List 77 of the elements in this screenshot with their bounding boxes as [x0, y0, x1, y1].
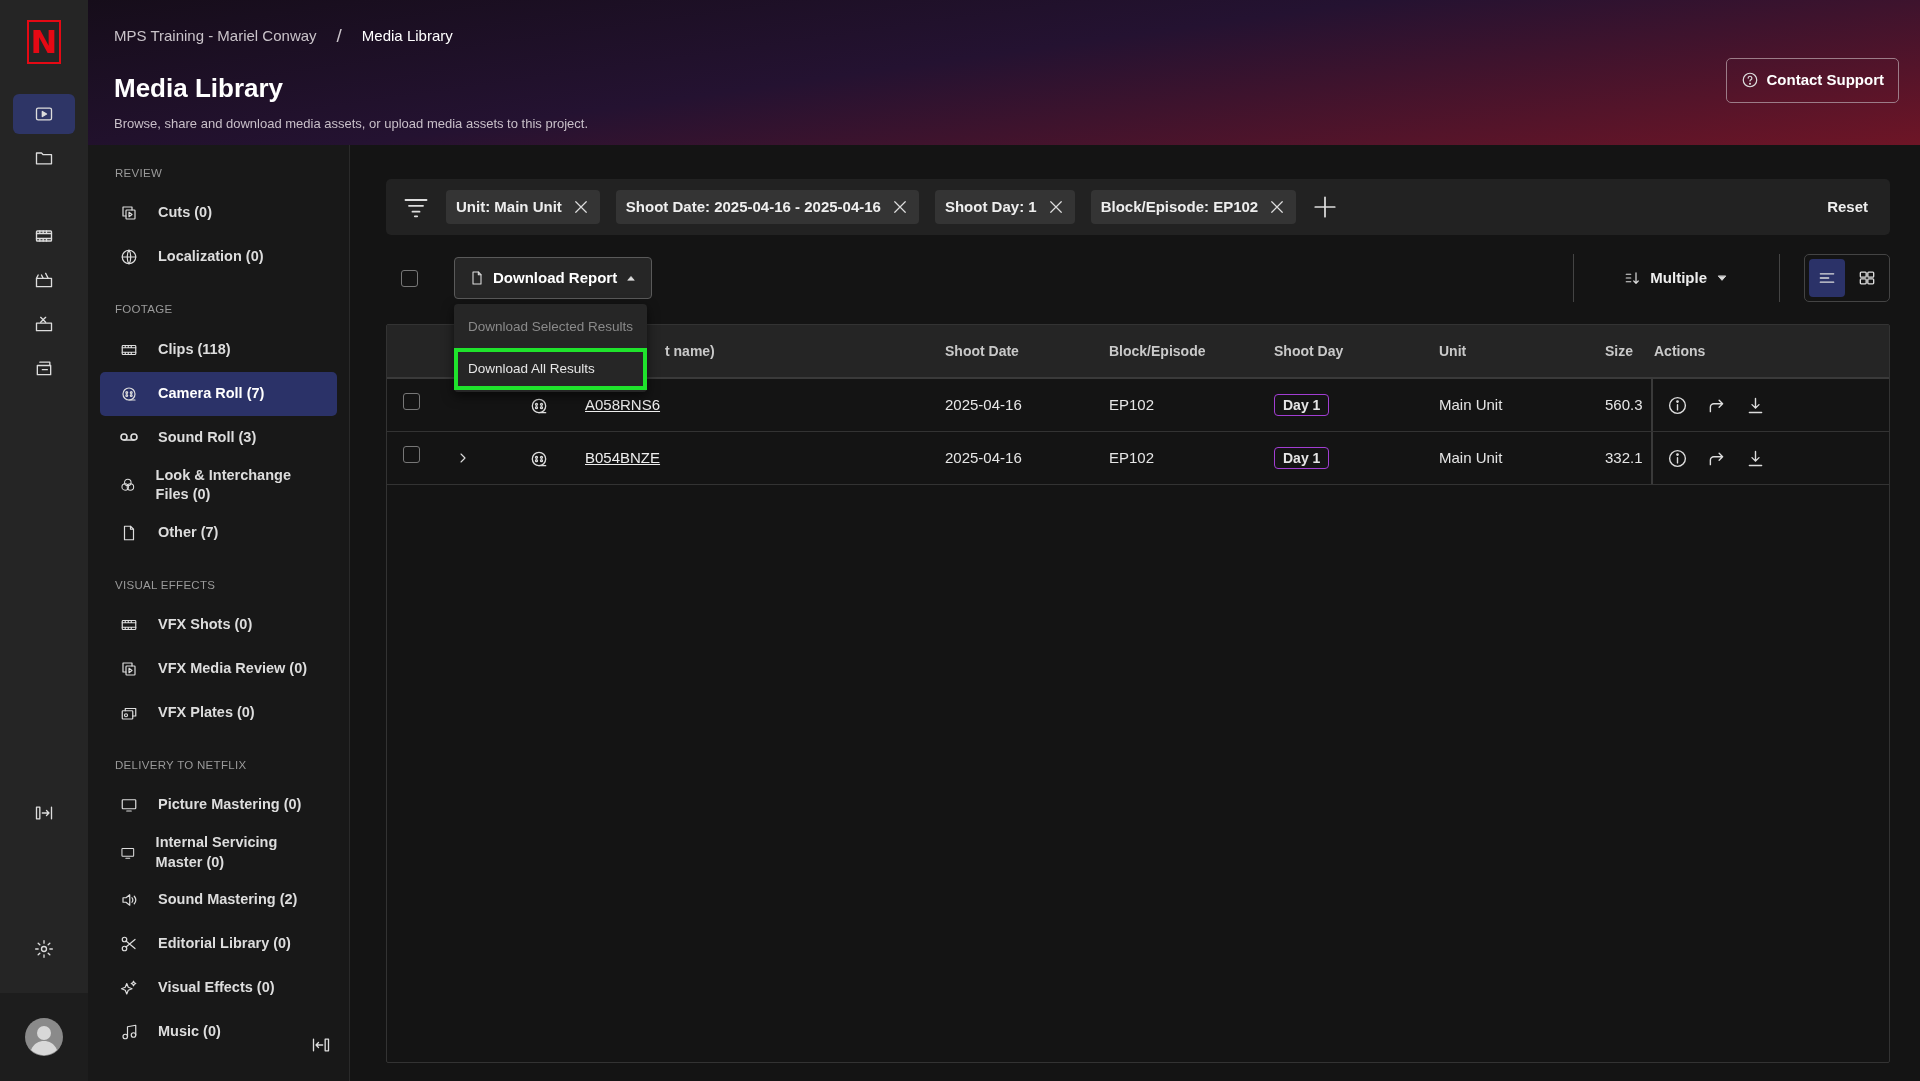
contact-support-button[interactable]: Contact Support: [1725, 58, 1899, 103]
shoot-day-tag: Day 1: [1274, 393, 1330, 416]
column-header: Block/Episode: [1109, 342, 1206, 359]
music-note-icon: [120, 1023, 138, 1042]
section-heading: VISUAL EFFECTS: [114, 577, 217, 593]
page-title: Media Library: [114, 71, 285, 105]
row-checkbox[interactable]: [403, 446, 420, 464]
sidebar-item[interactable]: Sound Roll (3): [100, 415, 337, 460]
sidebar-item[interactable]: Cuts (0): [100, 191, 337, 236]
avatar-icon[interactable]: [25, 1018, 63, 1056]
sidebar-item[interactable]: Look & Interchange Files (0): [100, 459, 337, 511]
section-heading: DELIVERY TO NETFLIX: [114, 757, 248, 773]
menu-item[interactable]: Download All Results: [454, 348, 648, 391]
table-cell-text: EP102: [1109, 394, 1156, 415]
table-cell-text: 332.1: [1605, 447, 1643, 468]
scissors-icon: [120, 935, 138, 954]
filter-chip[interactable]: Shoot Date: 2025-04-16 - 2025-04-16: [615, 189, 919, 225]
table-cell-text: 560.3: [1605, 394, 1643, 415]
settings-icon: [34, 939, 54, 959]
info-icon: [1667, 447, 1688, 469]
sidebar-item[interactable]: Sound Mastering (2): [100, 878, 337, 923]
info-button[interactable]: [1667, 447, 1688, 469]
sidebar-item[interactable]: Music (0): [100, 1010, 337, 1055]
column-header: Actions: [1654, 341, 1706, 361]
film-reel-icon: [120, 384, 138, 403]
breadcrumb-separator: /: [336, 24, 342, 48]
table-cell-text: EP102: [1109, 447, 1156, 468]
section-heading: REVIEW: [114, 166, 164, 181]
reset-button[interactable]: Reset: [1821, 194, 1874, 220]
table-cell-text: 2025-04-16: [945, 447, 1023, 468]
asset-name-link[interactable]: A058RNS6: [585, 395, 661, 413]
stacked-frames-icon: [120, 659, 138, 678]
column-header: Shoot Date: [945, 342, 1019, 359]
table-cell-text: 2025-04-16: [945, 394, 1023, 415]
help-icon: [1740, 71, 1759, 90]
sidebar-item[interactable]: Clips (118): [100, 327, 337, 372]
sidebar-item[interactable]: Editorial Library (0): [100, 922, 337, 967]
sidebar-item[interactable]: VFX Shots (0): [100, 602, 337, 647]
sidebar-item[interactable]: VFX Plates (0): [100, 690, 337, 735]
filter-chip[interactable]: Unit: Main Unit: [446, 189, 600, 225]
column-header: Unit: [1439, 342, 1467, 359]
sparkle-icon: [120, 979, 138, 998]
asset-name-link[interactable]: B054BNZE: [585, 448, 661, 466]
sidebar-item[interactable]: VFX Media Review (0): [100, 646, 337, 691]
breadcrumb-item: Media Library: [361, 26, 453, 46]
info-icon: [1667, 394, 1688, 416]
tape-icon: [120, 433, 138, 442]
sidebar-item[interactable]: Other (7): [100, 510, 337, 555]
sort-dropdown[interactable]: Multiple: [1618, 265, 1735, 291]
row-checkbox[interactable]: [403, 393, 420, 411]
column-header: Shoot Day: [1274, 342, 1344, 359]
monitor-icon: [120, 796, 138, 815]
download-report-button[interactable]: Download Report: [454, 256, 653, 300]
column-header: Size: [1605, 342, 1633, 359]
stacked-frames-icon: [120, 204, 138, 223]
sidebar-item[interactable]: Localization (0): [100, 235, 337, 280]
sidebar-item[interactable]: Camera Roll (7): [100, 371, 337, 416]
sidebar-item[interactable]: Visual Effects (0): [100, 966, 337, 1011]
shoot-day-tag: Day 1: [1274, 446, 1330, 469]
select-all-checkbox[interactable]: [401, 269, 418, 287]
clapper-icon: [34, 314, 54, 334]
document-icon: [469, 270, 485, 286]
nav-rail-button[interactable]: [13, 94, 75, 134]
view-toggle-button[interactable]: [1809, 259, 1845, 297]
column-header: t name): [665, 342, 715, 359]
globe-icon: [120, 248, 138, 267]
breadcrumb-item[interactable]: MPS Training - Mariel Conway: [114, 25, 317, 48]
section-heading: FOOTAGE: [114, 302, 174, 318]
table-cell-text: Main Unit: [1439, 447, 1504, 468]
sidebar-item[interactable]: Internal Servicing Master (0): [100, 827, 337, 879]
info-button[interactable]: [1667, 394, 1688, 416]
page-subtitle: Browse, share and download media assets, or upload media assets to this project.: [114, 114, 589, 133]
filter-chip[interactable]: Block/Episode: EP102: [1090, 189, 1297, 225]
clapper-icon: [34, 270, 54, 290]
sidebar-item[interactable]: Picture Mastering (0): [100, 783, 337, 828]
table-cell-text: Main Unit: [1439, 394, 1504, 415]
filter-chip[interactable]: Shoot Day: 1: [934, 189, 1075, 225]
